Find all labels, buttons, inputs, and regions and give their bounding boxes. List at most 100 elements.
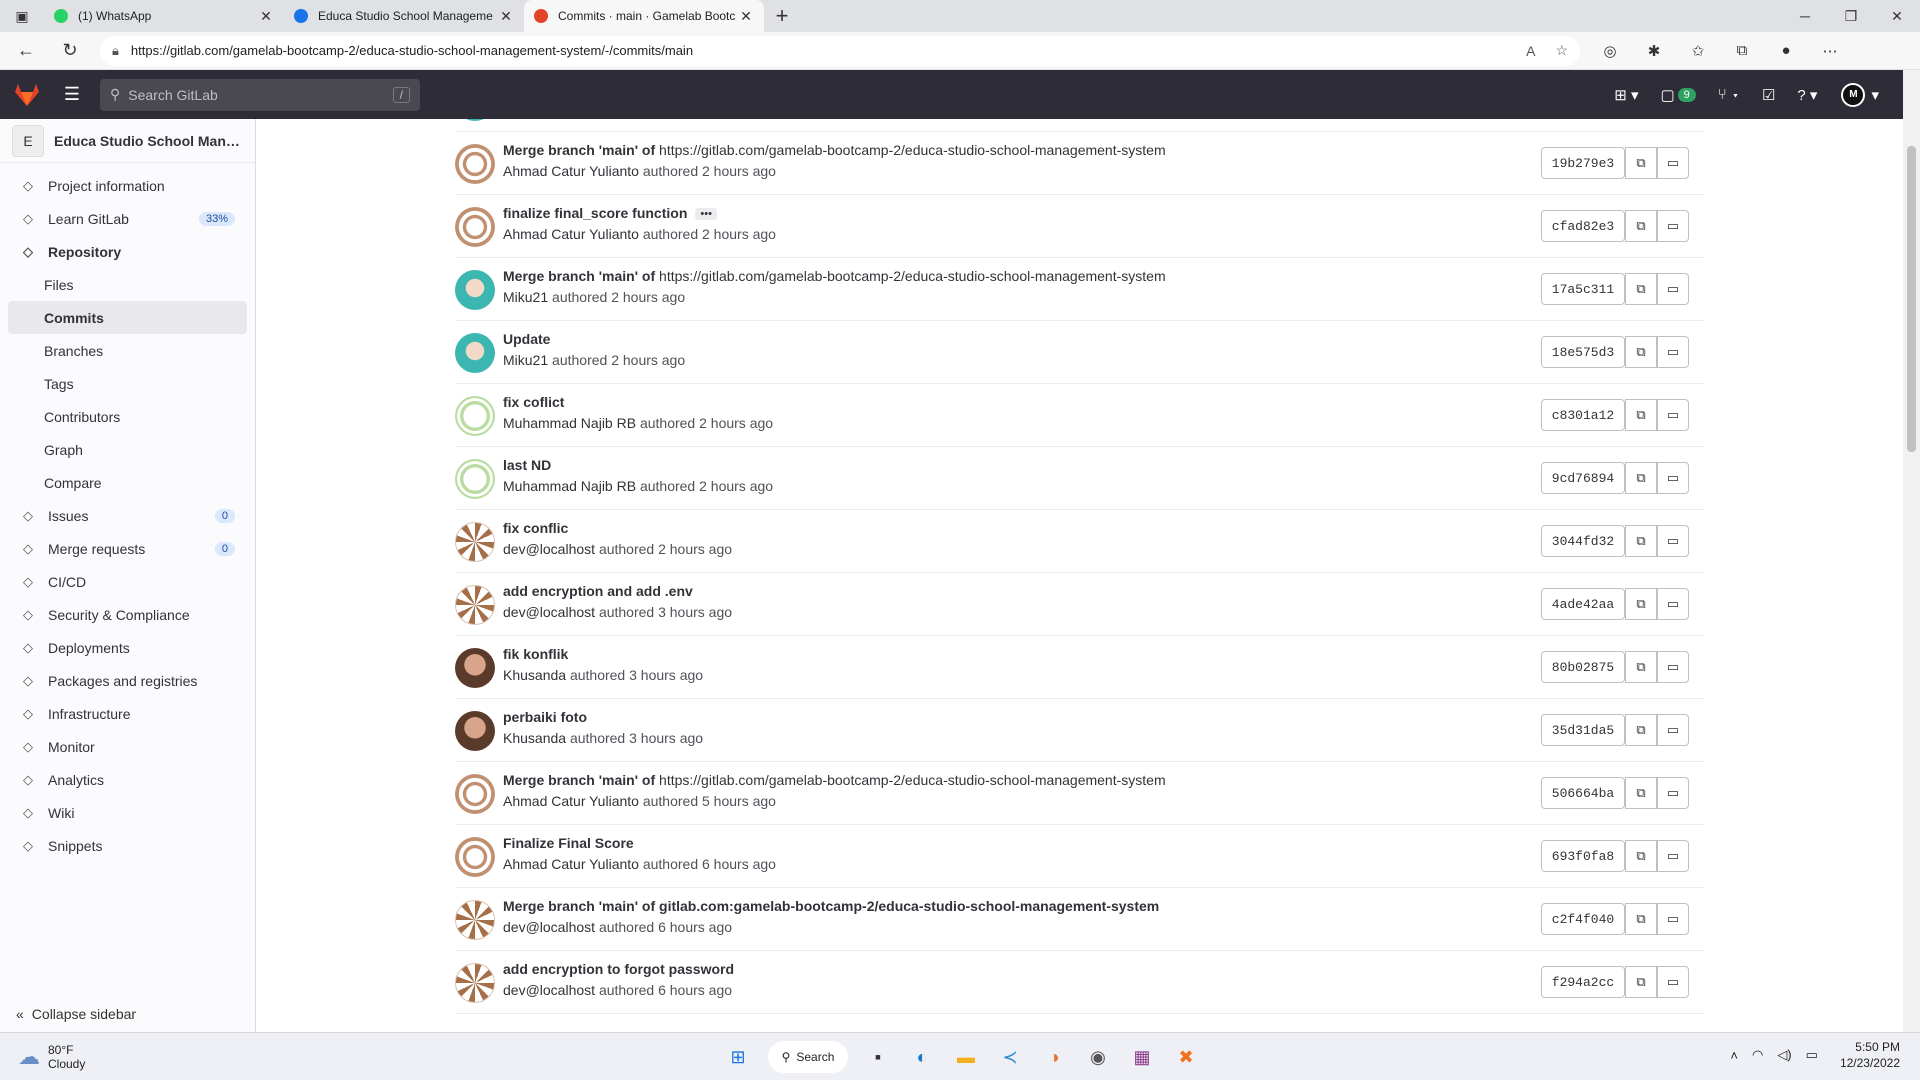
scrollbar-thumb[interactable]: [1907, 146, 1916, 452]
commit-message[interactable]: add encryption and add .env: [503, 583, 693, 599]
browser-tab[interactable]: (1) WhatsApp ✕: [44, 0, 284, 32]
refresh-icon[interactable]: ↻: [52, 36, 88, 66]
wifi-icon[interactable]: ◠: [1752, 1047, 1763, 1063]
commit-title[interactable]: add encryption and add .env: [503, 583, 693, 599]
hamburger-menu-icon[interactable]: ☰: [54, 84, 90, 105]
sidebar-item-repository[interactable]: ◇ Repository: [0, 235, 255, 268]
gitlab-logo-icon[interactable]: [0, 70, 54, 119]
author-avatar[interactable]: [455, 522, 495, 562]
copy-icon[interactable]: ⧉: [1625, 462, 1657, 494]
chevron-down-icon[interactable]: ▾: [1871, 86, 1879, 104]
copy-icon[interactable]: ⧉: [1625, 651, 1657, 683]
commit-message[interactable]: Merge branch 'main' of https://gitlab.co…: [503, 268, 1166, 284]
new-tab-button[interactable]: +: [764, 0, 800, 32]
author-avatar[interactable]: [455, 119, 495, 121]
commit-message[interactable]: fik konflik: [503, 646, 568, 662]
commit-sha-button[interactable]: c8301a12: [1541, 399, 1625, 431]
commit-sha-button[interactable]: f294a2cc: [1541, 966, 1625, 998]
collections-icon[interactable]: ⧉: [1720, 42, 1764, 60]
avatar[interactable]: M: [1841, 82, 1866, 107]
copy-icon[interactable]: ⧉: [1625, 840, 1657, 872]
help-icon[interactable]: ? ▾: [1797, 86, 1817, 104]
commit-message[interactable]: Merge branch 'main' of https://gitlab.co…: [503, 142, 1166, 158]
collapse-sidebar-button[interactable]: « Collapse sidebar: [16, 1006, 136, 1022]
favorites-icon[interactable]: ✩: [1676, 42, 1720, 60]
browser-tab[interactable]: Commits · main · Gamelab Bootc ✕: [524, 0, 764, 32]
sidebar-item-ci-cd[interactable]: ◇ CI/CD: [0, 565, 255, 598]
sidebar-item-learn-gitlab[interactable]: ◇ Learn GitLab 33%: [0, 202, 255, 235]
author-name[interactable]: Muhammad Najib RB: [503, 415, 636, 431]
todo-icon[interactable]: ☑: [1762, 86, 1775, 104]
extension-icon[interactable]: ◎: [1588, 42, 1632, 60]
commit-message[interactable]: add encryption to forgot password: [503, 961, 734, 977]
sidebar-subitem-branches[interactable]: Branches: [0, 334, 255, 367]
commit-sha-button[interactable]: 19b279e3: [1541, 147, 1625, 179]
url-field[interactable]: 🔒︎ https://gitlab.com/gamelab-bootcamp-2…: [100, 35, 1580, 66]
browse-files-icon[interactable]: ▭: [1657, 147, 1689, 179]
author-name[interactable]: Ahmad Catur Yulianto: [503, 856, 639, 872]
commit-sha-button[interactable]: 35d31da5: [1541, 714, 1625, 746]
browse-files-icon[interactable]: ▭: [1657, 462, 1689, 494]
commit-title[interactable]: perbaiki foto: [503, 709, 587, 725]
copy-icon[interactable]: ⧉: [1625, 399, 1657, 431]
author-avatar[interactable]: [455, 396, 495, 436]
commit-title[interactable]: fix conflic: [503, 520, 568, 536]
author-avatar[interactable]: [455, 963, 495, 1003]
winrar-icon[interactable]: ▦: [1124, 1039, 1160, 1075]
commit-message[interactable]: finalize final_score function •••: [503, 205, 717, 221]
author-avatar[interactable]: [455, 585, 495, 625]
copy-icon[interactable]: ⧉: [1625, 336, 1657, 368]
copy-icon[interactable]: ⧉: [1625, 273, 1657, 305]
sidebar-subitem-commits[interactable]: Commits: [8, 301, 247, 334]
author-avatar[interactable]: [455, 270, 495, 310]
task-view-icon[interactable]: ▪: [860, 1039, 896, 1075]
commit-message[interactable]: Merge branch 'main' of gitlab.com:gamela…: [503, 898, 1159, 914]
author-name[interactable]: Miku21: [503, 352, 548, 368]
author-name[interactable]: dev@localhost: [503, 541, 595, 557]
author-name[interactable]: dev@localhost: [503, 604, 595, 620]
sidebar-item-project-information[interactable]: ◇ Project information: [0, 169, 255, 202]
sidebar-subitem-graph[interactable]: Graph: [0, 433, 255, 466]
commit-title[interactable]: Merge branch 'main' of gitlab.com:gamela…: [503, 898, 1159, 914]
profile-icon[interactable]: ●: [1764, 42, 1808, 60]
commit-sha-button[interactable]: 4ade42aa: [1541, 588, 1625, 620]
sidebar-item-analytics[interactable]: ◇ Analytics: [0, 763, 255, 796]
sidebar-item-infrastructure[interactable]: ◇ Infrastructure: [0, 697, 255, 730]
merge-requests-icon[interactable]: ⑂ ▾: [1718, 86, 1740, 103]
vscode-icon[interactable]: ≺: [992, 1039, 1028, 1075]
author-avatar[interactable]: [455, 459, 495, 499]
copy-icon[interactable]: ⧉: [1625, 525, 1657, 557]
tab-actions-icon[interactable]: ▣: [0, 0, 44, 32]
sidebar-subitem-files[interactable]: Files: [0, 268, 255, 301]
xampp-icon[interactable]: ✖: [1168, 1039, 1204, 1075]
sidebar-subitem-tags[interactable]: Tags: [0, 367, 255, 400]
commit-title[interactable]: finalize final_score function: [503, 205, 687, 221]
copy-icon[interactable]: ⧉: [1625, 903, 1657, 935]
author-name[interactable]: Khusanda: [503, 667, 566, 683]
commit-sha-button[interactable]: c2f4f040: [1541, 903, 1625, 935]
browse-files-icon[interactable]: ▭: [1657, 714, 1689, 746]
copy-icon[interactable]: ⧉: [1625, 588, 1657, 620]
back-icon[interactable]: ←: [8, 36, 44, 66]
favorite-icon[interactable]: ☆: [1555, 42, 1568, 59]
commit-title[interactable]: fix coflict: [503, 394, 564, 410]
browse-files-icon[interactable]: ▭: [1657, 777, 1689, 809]
author-avatar[interactable]: [455, 900, 495, 940]
read-aloud-icon[interactable]: A: [1526, 43, 1535, 59]
commit-sha-button[interactable]: 506664ba: [1541, 777, 1625, 809]
copy-icon[interactable]: ⧉: [1625, 714, 1657, 746]
browser-tab[interactable]: Educa Studio School Manageme ✕: [284, 0, 524, 32]
author-avatar[interactable]: [455, 333, 495, 373]
sidebar-subitem-contributors[interactable]: Contributors: [0, 400, 255, 433]
commit-sha-button[interactable]: cfad82e3: [1541, 210, 1625, 242]
sidebar-item-merge-requests[interactable]: ◇ Merge requests 0: [0, 532, 255, 565]
sidebar-item-wiki[interactable]: ◇ Wiki: [0, 796, 255, 829]
author-avatar[interactable]: [455, 207, 495, 247]
close-tab-icon[interactable]: ✕: [258, 8, 274, 25]
windows-start-icon[interactable]: ⊞: [720, 1039, 756, 1075]
taskbar-search-button[interactable]: ⚲ Search: [768, 1041, 848, 1073]
sidebar-subitem-compare[interactable]: Compare: [0, 466, 255, 499]
author-name[interactable]: Ahmad Catur Yulianto: [503, 226, 639, 242]
author-name[interactable]: Muhammad Najib RB: [503, 478, 636, 494]
author-avatar[interactable]: [455, 144, 495, 184]
